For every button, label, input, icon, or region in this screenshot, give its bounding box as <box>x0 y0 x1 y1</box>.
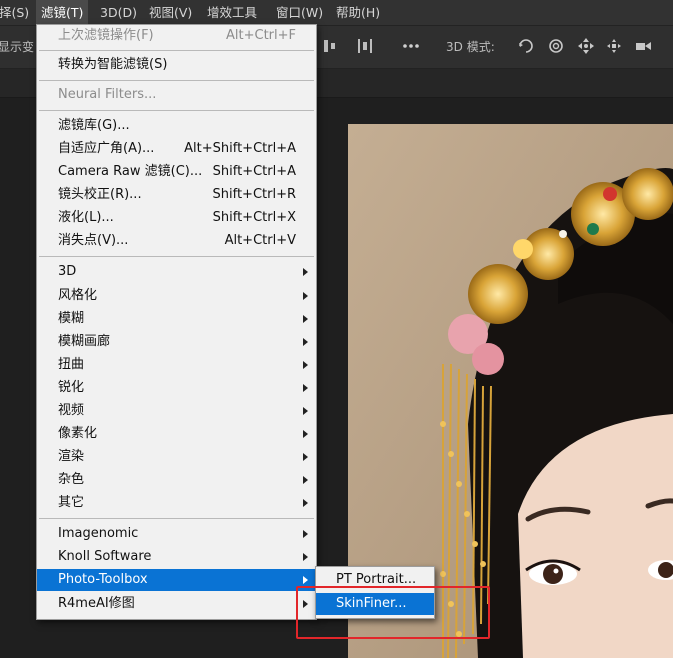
filter-menu-item[interactable]: 3D <box>37 261 316 283</box>
submenu-arrow-icon <box>303 453 308 461</box>
menu-item-label: 转换为智能滤镜(S) <box>58 57 168 72</box>
filter-menu-item[interactable]: 扭曲 <box>37 354 316 376</box>
distribute-icon[interactable] <box>356 37 374 55</box>
filter-menu-item[interactable]: Knoll Software <box>37 546 316 568</box>
filter-menu-item[interactable]: R4meAI修图 <box>37 593 316 615</box>
submenu-arrow-icon <box>303 553 308 561</box>
filter-menu-item[interactable]: 视频 <box>37 400 316 422</box>
more-dots-icon[interactable] <box>402 37 420 55</box>
filter-menu-item[interactable]: Photo-Toolbox <box>37 569 316 591</box>
filter-menu-item[interactable]: 滤镜库(G)... <box>37 115 316 137</box>
slide-3d-icon[interactable] <box>605 37 623 55</box>
submenu-arrow-icon <box>303 384 308 392</box>
menu-item-label: 液化(L)... <box>58 210 114 225</box>
filter-menu-item[interactable]: 自适应广角(A)... Alt+Shift+Ctrl+A <box>37 138 316 160</box>
submenu-arrow-icon <box>303 476 308 484</box>
submenu-arrow-icon <box>303 268 308 276</box>
filter-menu-item[interactable]: 杂色 <box>37 469 316 491</box>
menu-separator <box>39 518 314 519</box>
filter-menu: 上次滤镜操作(F) Alt+Ctrl+F 转换为智能滤镜(S) Neural Filt… <box>36 24 317 620</box>
submenu-arrow-icon <box>303 315 308 323</box>
filter-menu-item[interactable]: 转换为智能滤镜(S) <box>37 54 316 76</box>
3d-mode-label: 3D 模式: <box>446 40 495 54</box>
menu-item-label: 自适应广角(A)... <box>58 141 155 156</box>
menu-bar: 择(S) 滤镜(T) 3D(D) 视图(V) 增效工具 窗口(W) 帮助(H) <box>0 0 673 26</box>
pan-3d-icon[interactable] <box>577 37 595 55</box>
menu-item-label: 模糊 <box>58 311 85 326</box>
filter-menu-item[interactable]: 锐化 <box>37 377 316 399</box>
menu-item-label: 上次滤镜操作(F) <box>58 28 154 43</box>
menu-item-label: 扭曲 <box>58 357 85 372</box>
menu-help[interactable]: 帮助(H) <box>331 0 385 25</box>
submenu-arrow-icon <box>303 576 308 584</box>
menu-item-label: 3D <box>58 264 77 279</box>
menu-window[interactable]: 窗口(W) <box>271 0 328 25</box>
rotate-3d-icon[interactable] <box>517 37 535 55</box>
filter-menu-item[interactable]: 液化(L)... Shift+Ctrl+X <box>37 207 316 229</box>
filter-menu-item[interactable]: Imagenomic <box>37 523 316 545</box>
menu-3d[interactable]: 3D(D) <box>95 0 142 25</box>
align-icon[interactable] <box>321 37 339 55</box>
menu-item-label: 锐化 <box>58 380 85 395</box>
filter-menu-item[interactable]: 模糊 <box>37 308 316 330</box>
submenu-arrow-icon <box>303 292 308 300</box>
filter-menu-item[interactable]: 镜头校正(R)... Shift+Ctrl+R <box>37 184 316 206</box>
menu-item-label: 杂色 <box>58 472 85 487</box>
menu-item-shortcut: Alt+Shift+Ctrl+A <box>184 141 296 156</box>
menu-separator <box>39 110 314 111</box>
menu-item-label: Knoll Software <box>58 549 152 564</box>
menu-item-label: 像素化 <box>58 426 98 441</box>
menu-item-label: Photo-Toolbox <box>58 572 148 587</box>
submenu-arrow-icon <box>303 361 308 369</box>
menu-filter[interactable]: 滤镜(T) <box>36 0 89 25</box>
menu-item-shortcut: Alt+Ctrl+V <box>224 233 296 248</box>
menu-item-label: 视频 <box>58 403 85 418</box>
filter-menu-item[interactable]: Camera Raw 滤镜(C)... Shift+Ctrl+A <box>37 161 316 183</box>
filter-menu-item[interactable]: 像素化 <box>37 423 316 445</box>
menu-item-label: 渲染 <box>58 449 85 464</box>
roll-3d-icon[interactable] <box>547 37 565 55</box>
submenu-arrow-icon <box>303 530 308 538</box>
show-transform-label[interactable]: 显示变 <box>0 38 34 55</box>
menu-plugins[interactable]: 增效工具 <box>202 0 262 25</box>
filter-menu-item: 上次滤镜操作(F) Alt+Ctrl+F <box>37 25 316 47</box>
menu-item-label: 风格化 <box>58 288 98 303</box>
annotation-highlight-box <box>296 586 490 639</box>
submenu-arrow-icon <box>303 338 308 346</box>
menu-item-label: 镜头校正(R)... <box>58 187 142 202</box>
menu-item-label: R4meAI修图 <box>58 596 135 611</box>
menu-item-shortcut: Shift+Ctrl+X <box>212 210 296 225</box>
menu-item-label: 消失点(V)... <box>58 233 129 248</box>
filter-menu-item[interactable]: 模糊画廊 <box>37 331 316 353</box>
filter-menu-item[interactable]: 渲染 <box>37 446 316 468</box>
scale-3d-icon[interactable] <box>634 37 652 55</box>
menu-select[interactable]: 择(S) <box>0 0 34 25</box>
menu-item-label: Neural Filters... <box>58 87 157 102</box>
menu-item-shortcut: Shift+Ctrl+R <box>212 187 297 202</box>
menu-item-label: Camera Raw 滤镜(C)... <box>58 164 203 179</box>
menu-separator <box>39 80 314 81</box>
filter-menu-item[interactable]: 其它 <box>37 492 316 514</box>
menu-item-label: 模糊画廊 <box>58 334 111 349</box>
menu-view[interactable]: 视图(V) <box>144 0 197 25</box>
submenu-arrow-icon <box>303 499 308 507</box>
menu-item-label: 其它 <box>58 495 85 510</box>
filter-menu-item: Neural Filters... <box>37 84 316 106</box>
filter-menu-item[interactable]: 风格化 <box>37 285 316 307</box>
filter-menu-item[interactable]: 消失点(V)... Alt+Ctrl+V <box>37 230 316 252</box>
menu-item-shortcut: Alt+Ctrl+F <box>226 28 296 43</box>
menu-separator <box>39 50 314 51</box>
menu-separator <box>39 256 314 257</box>
submenu-arrow-icon <box>303 430 308 438</box>
submenu-arrow-icon <box>303 407 308 415</box>
menu-item-shortcut: Shift+Ctrl+A <box>212 164 296 179</box>
menu-item-label: Imagenomic <box>58 526 139 541</box>
menu-item-label: 滤镜库(G)... <box>58 118 130 133</box>
